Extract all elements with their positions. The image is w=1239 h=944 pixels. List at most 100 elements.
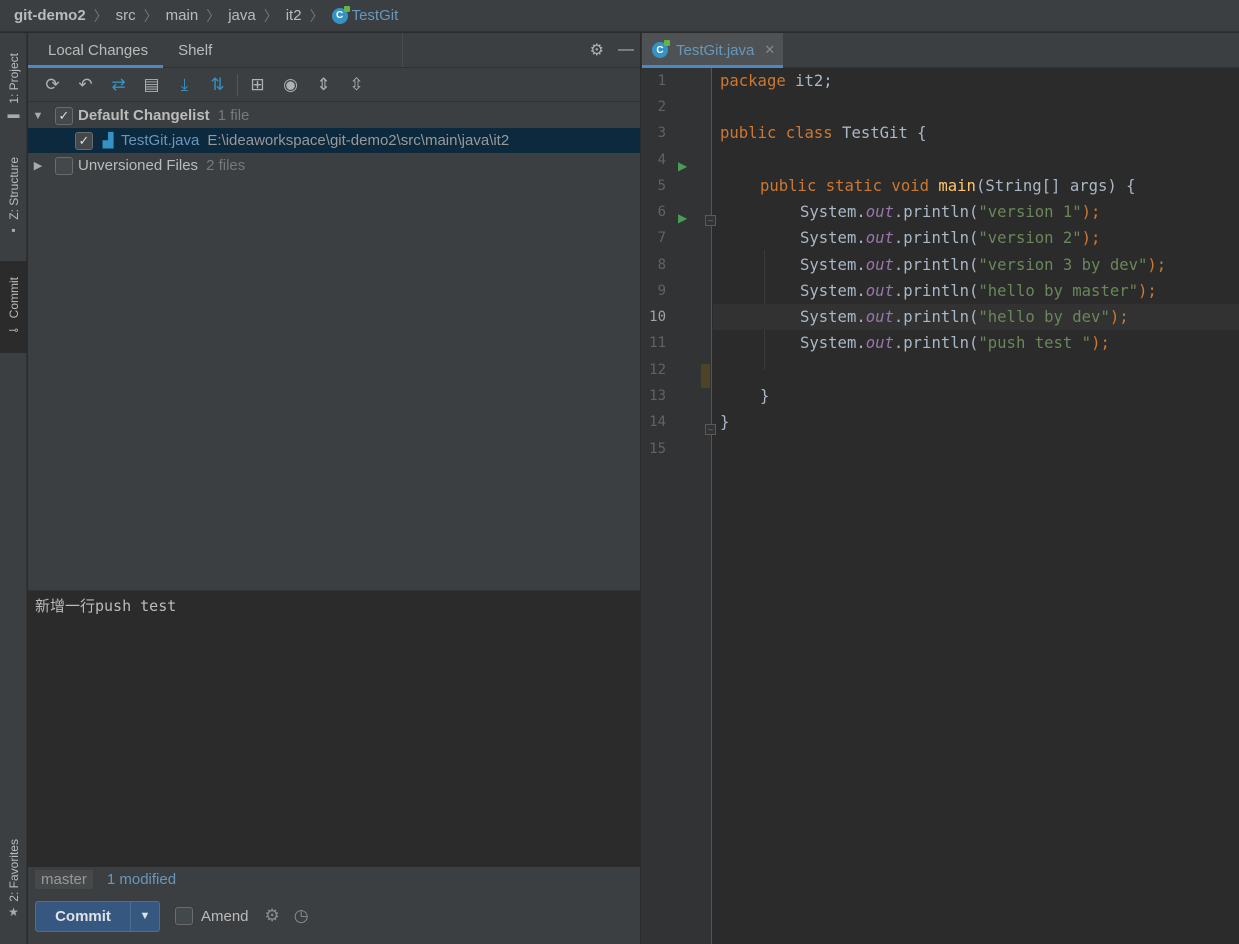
- changelist-name: Default Changelist: [78, 107, 210, 124]
- rollback-icon[interactable]: ↶: [69, 72, 102, 98]
- tab-divider: [402, 33, 403, 67]
- code-area[interactable]: 1 2 3 4 5 6 7 8 9 10 11 12 13 14 15 ▶ ▶ …: [642, 68, 1239, 944]
- line-number: 12: [649, 362, 666, 378]
- code-editor: C TestGit.java ✕ 1 2 3 4 5 6 7 8 9 10 11…: [641, 33, 1239, 944]
- line-number: 8: [657, 257, 666, 273]
- editor-tab-testgit[interactable]: C TestGit.java ✕: [642, 33, 784, 68]
- line-number: 11: [649, 335, 666, 351]
- breadcrumb-it2[interactable]: it2: [286, 7, 302, 24]
- star-icon: ★: [8, 905, 19, 920]
- changelist-icon[interactable]: ▤: [135, 72, 168, 98]
- collapse-arrow-icon[interactable]: ▶: [31, 159, 45, 172]
- navigation-bar: git-demo2 〉 src 〉 main 〉 java 〉 it2 〉 C …: [0, 0, 1239, 32]
- line-number: 6: [657, 204, 666, 220]
- code-token: (String[] args) {: [975, 177, 1136, 195]
- favorites-tool-button[interactable]: 2: Favorites ★: [0, 829, 27, 929]
- code-token: "hello by master": [978, 282, 1138, 300]
- commit-tabs: Local Changes Shelf ⚙ —: [28, 33, 640, 68]
- breadcrumb-class[interactable]: C TestGit: [331, 5, 398, 24]
- code-token: System.: [800, 256, 866, 274]
- code-token: package: [720, 72, 786, 90]
- chevron-right-icon: 〉: [93, 7, 108, 24]
- line-number: 7: [657, 230, 666, 246]
- history-icon[interactable]: ◷: [294, 906, 309, 926]
- commit-tool-button[interactable]: Commit ⊸: [0, 261, 27, 353]
- code-token: );: [1081, 203, 1101, 221]
- code-token: main: [938, 177, 976, 195]
- line-number: 3: [657, 125, 666, 141]
- tab-local-changes[interactable]: Local Changes: [28, 33, 164, 68]
- code-token: out: [865, 282, 894, 300]
- code-token: System.: [800, 282, 866, 300]
- code-token: "hello by dev": [978, 308, 1110, 326]
- code-token: "version 2": [978, 229, 1082, 247]
- changelist-row[interactable]: ▼ ✓ Default Changelist 1 file: [28, 103, 640, 128]
- structure-tool-button[interactable]: Z: Structure ▪: [0, 147, 27, 247]
- changed-file-row[interactable]: ✓ ▟ TestGit.java E:\ideaworkspace\git-de…: [28, 128, 640, 153]
- code-token: }: [720, 413, 730, 431]
- run-class-icon[interactable]: ▶: [678, 159, 687, 173]
- code-line: }: [713, 409, 1239, 435]
- commit-icon: ⊸: [8, 322, 19, 337]
- changes-toolbar: ⟳ ↶ ⇄ ▤ ⤓ ⇅ ⊞ ◉ ⇕ ⇳: [28, 68, 640, 102]
- gear-icon[interactable]: ⚙: [265, 906, 280, 926]
- breadcrumb-src[interactable]: src: [116, 7, 136, 24]
- code-token: public class: [720, 124, 833, 142]
- tab-shelf[interactable]: Shelf: [163, 33, 227, 67]
- toolbar-divider: [237, 73, 238, 96]
- shelve-icon[interactable]: ⇅: [201, 72, 234, 98]
- code-line: System. out .println("version 3 by dev");: [713, 252, 1239, 278]
- refresh-icon[interactable]: ⟳: [36, 72, 69, 98]
- project-tool-button[interactable]: 1: Project ▬: [0, 39, 27, 135]
- run-main-icon[interactable]: ▶: [678, 211, 687, 225]
- unversioned-count: 2 files: [206, 157, 246, 174]
- code-token: );: [1109, 308, 1129, 326]
- code-token: System.: [800, 334, 866, 352]
- code-line: System. out .println("push test ");: [713, 330, 1239, 356]
- eye-icon[interactable]: ◉: [274, 72, 307, 98]
- commit-button[interactable]: Commit: [36, 901, 131, 931]
- code-line-current: System. out .println("hello by dev");: [713, 304, 1239, 330]
- line-number: 14: [649, 414, 666, 430]
- changed-file-path: E:\ideaworkspace\git-demo2\src\main\java…: [207, 132, 510, 149]
- breadcrumb-java[interactable]: java: [228, 7, 256, 24]
- code-token: it2;: [785, 72, 833, 90]
- panel-actions: ⚙ —: [590, 33, 634, 67]
- project-tool-label: 1: Project: [6, 52, 21, 104]
- show-diff-icon[interactable]: ⇄: [102, 72, 135, 98]
- code-token: );: [1091, 334, 1110, 352]
- expand-all-icon[interactable]: ⇕: [307, 72, 340, 98]
- code-token: out: [865, 229, 894, 247]
- update-icon[interactable]: ⤓: [168, 72, 201, 98]
- java-class-icon: C: [331, 5, 350, 24]
- commit-dropdown-icon[interactable]: ▼: [131, 902, 159, 931]
- code-token: .println(: [893, 256, 979, 274]
- collapse-all-icon[interactable]: ⇳: [340, 72, 373, 98]
- amend-checkbox[interactable]: [175, 907, 193, 925]
- expand-arrow-icon[interactable]: ▼: [31, 110, 45, 122]
- changelist-checkbox[interactable]: ✓: [55, 106, 73, 125]
- gear-icon[interactable]: ⚙: [590, 40, 604, 60]
- line-number: 13: [649, 388, 666, 404]
- commit-message-editor[interactable]: 新增一行push test: [28, 590, 640, 867]
- code-token: out: [865, 334, 894, 352]
- amend-toggle[interactable]: Amend: [175, 907, 249, 925]
- commit-status: master 1 modified: [35, 868, 176, 890]
- unversioned-row[interactable]: ▶ Unversioned Files 2 files: [28, 153, 640, 178]
- modified-link[interactable]: 1 modified: [107, 871, 176, 888]
- changes-tree: ▼ ✓ Default Changelist 1 file ✓ ▟ TestGi…: [28, 102, 640, 622]
- code-token: out: [865, 203, 894, 221]
- changed-file-name: TestGit.java: [121, 132, 200, 149]
- group-by-icon[interactable]: ⊞: [241, 72, 274, 98]
- breadcrumb-project[interactable]: git-demo2: [14, 7, 86, 24]
- file-checkbox[interactable]: ✓: [75, 131, 93, 150]
- code-token: .println(: [893, 203, 979, 221]
- editor-gutter: 1 2 3 4 5 6 7 8 9 10 11 12 13 14 15 ▶ ▶ …: [642, 68, 716, 944]
- close-icon[interactable]: ✕: [764, 42, 775, 58]
- unversioned-checkbox[interactable]: [55, 156, 73, 175]
- minimize-icon[interactable]: —: [618, 41, 634, 59]
- amend-label: Amend: [201, 907, 249, 925]
- breadcrumb-main[interactable]: main: [166, 7, 199, 24]
- changed-line-marker[interactable]: [701, 364, 710, 388]
- code-line: System. out .println("version 1");: [713, 199, 1239, 225]
